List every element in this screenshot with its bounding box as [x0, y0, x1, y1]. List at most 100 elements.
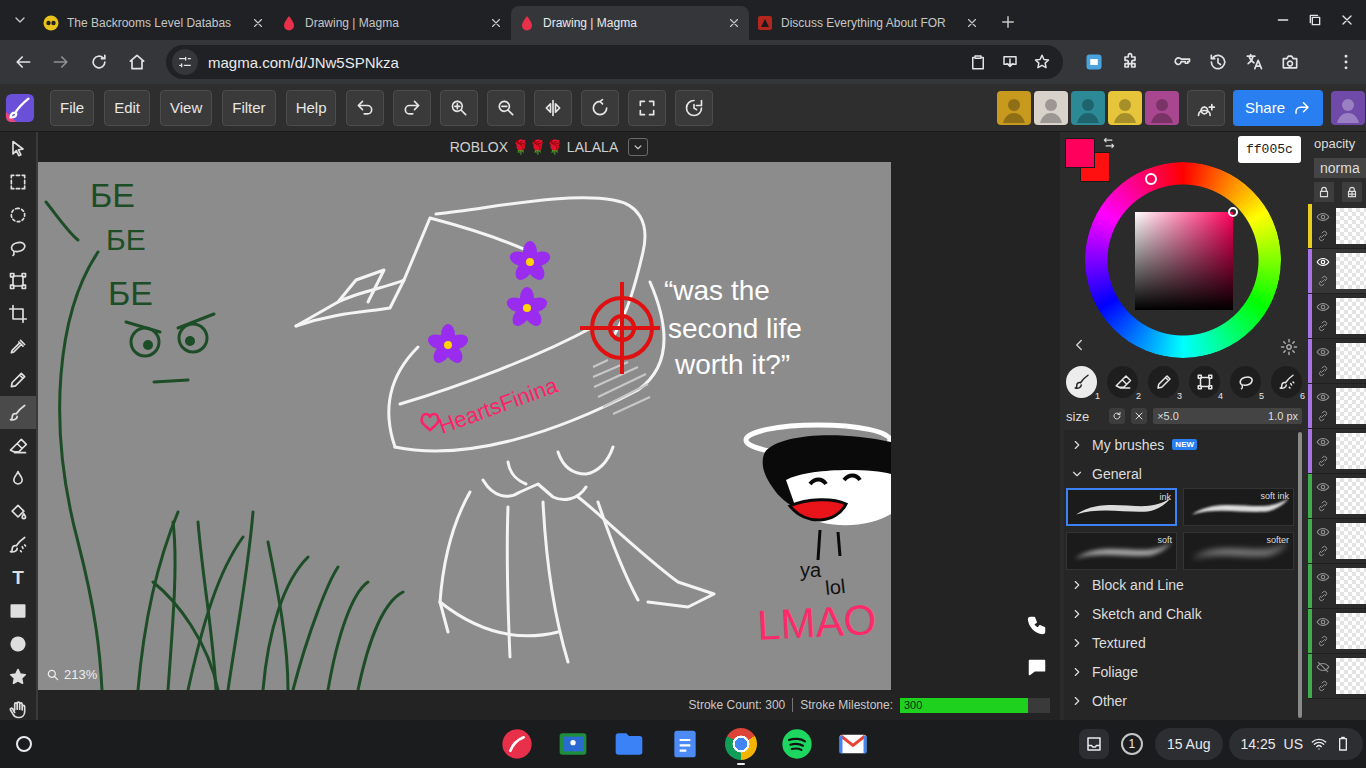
- magma-logo[interactable]: [4, 92, 36, 124]
- chrome-menu-button[interactable]: [1329, 45, 1363, 79]
- link-icon[interactable]: [1317, 230, 1329, 242]
- lasso-tool[interactable]: [0, 231, 36, 264]
- restore-button[interactable]: [1299, 4, 1331, 36]
- zoom-indicator[interactable]: 213%: [46, 667, 97, 682]
- brush-group[interactable]: Sketch and Chalk: [1064, 599, 1294, 628]
- close-window-button[interactable]: [1331, 4, 1363, 36]
- link-icon[interactable]: [1317, 320, 1329, 332]
- collaborator-avatar[interactable]: [1034, 91, 1068, 125]
- shelf-app[interactable]: [545, 720, 601, 768]
- close-icon[interactable]: [965, 16, 979, 30]
- link-icon[interactable]: [1317, 545, 1329, 557]
- brush-preset[interactable]: soft: [1066, 532, 1177, 570]
- brush-group[interactable]: Block and Line: [1064, 570, 1294, 599]
- layer-row[interactable]: [1308, 339, 1366, 384]
- link-icon[interactable]: [1317, 275, 1329, 287]
- translate-button[interactable]: [1237, 45, 1271, 79]
- link-icon[interactable]: [1317, 455, 1329, 467]
- saturation-handle[interactable]: [1228, 207, 1238, 217]
- size-reset[interactable]: [1131, 408, 1147, 424]
- alpha-lock-button[interactable]: [1342, 182, 1362, 202]
- home-button[interactable]: [120, 45, 154, 79]
- saturation-square[interactable]: [1135, 212, 1233, 310]
- screenshot-button[interactable]: [1273, 45, 1307, 79]
- shelf-app[interactable]: [489, 720, 545, 768]
- eye-icon[interactable]: [1316, 525, 1330, 539]
- lock-button[interactable]: [1314, 182, 1334, 202]
- link-icon[interactable]: [1317, 500, 1329, 512]
- link-icon[interactable]: [1317, 365, 1329, 377]
- brush-preset[interactable]: ink: [1066, 488, 1177, 526]
- browser-tab[interactable]: Drawing | Magma: [273, 6, 511, 40]
- eye-icon[interactable]: [1316, 615, 1330, 629]
- brush-preset[interactable]: soft ink: [1183, 488, 1294, 526]
- tab-search-button[interactable]: [6, 6, 34, 34]
- brush-slot[interactable]: 3: [1148, 366, 1179, 398]
- eye-icon[interactable]: [1316, 390, 1330, 404]
- menu-button[interactable]: Filter: [222, 90, 275, 126]
- layer-row[interactable]: [1308, 564, 1366, 609]
- shelf-app[interactable]: [713, 720, 769, 768]
- gear-icon[interactable]: [1280, 338, 1298, 356]
- hex-color-field[interactable]: ff005c: [1238, 136, 1301, 163]
- drawing-canvas[interactable]: БЕБЕБЕ“was thesecond lifeworth it?”Heart…: [38, 162, 891, 690]
- eye-icon[interactable]: [1316, 255, 1330, 269]
- brush-slot[interactable]: 4: [1189, 366, 1220, 398]
- brush-preset[interactable]: softer: [1183, 532, 1294, 570]
- layer-row[interactable]: [1308, 429, 1366, 474]
- brush-group[interactable]: Other: [1064, 686, 1294, 715]
- eye-icon[interactable]: [1316, 435, 1330, 449]
- close-icon[interactable]: [727, 16, 741, 30]
- flip-button[interactable]: [534, 90, 572, 126]
- close-icon[interactable]: [251, 16, 265, 30]
- browser-tab[interactable]: Drawing | Magma: [511, 6, 749, 40]
- voice-call-button[interactable]: [1024, 612, 1050, 638]
- eye-icon[interactable]: [1316, 300, 1330, 314]
- minimize-button[interactable]: [1267, 4, 1299, 36]
- passwords-button[interactable]: [1165, 45, 1199, 79]
- shelf-app[interactable]: [601, 720, 657, 768]
- brush-group[interactable]: My brushesNEW: [1064, 430, 1294, 459]
- invite-button[interactable]: [1187, 90, 1225, 126]
- pressure-toggle[interactable]: [1109, 408, 1125, 424]
- brush-group[interactable]: Textured: [1064, 628, 1294, 657]
- layer-row[interactable]: [1308, 294, 1366, 339]
- rectangle-tool[interactable]: [0, 594, 36, 627]
- blend-mode-select[interactable]: norma: [1314, 158, 1366, 178]
- brush-tool[interactable]: [0, 396, 36, 429]
- collaborator-avatar[interactable]: [1071, 91, 1105, 125]
- extensions-button[interactable]: [1113, 45, 1147, 79]
- document-title[interactable]: ROBLOX 🌹🌹🌹 LALALA: [450, 139, 619, 155]
- omnibox[interactable]: magma.com/d/JNw5SPNkza: [166, 45, 1063, 79]
- holding-space-button[interactable]: [1079, 729, 1109, 759]
- site-info-button[interactable]: [172, 49, 198, 75]
- shelf-app[interactable]: [825, 720, 881, 768]
- size-slider[interactable]: ×5.01.0 px: [1153, 408, 1302, 424]
- clipboard-icon[interactable]: [969, 53, 987, 71]
- circle-tool[interactable]: [0, 627, 36, 660]
- fill-tool[interactable]: [0, 495, 36, 528]
- brush-slot[interactable]: 6: [1271, 366, 1302, 398]
- transform-tool[interactable]: [0, 264, 36, 297]
- eye-off-icon[interactable]: [1316, 660, 1330, 674]
- layer-row[interactable]: [1308, 249, 1366, 294]
- layer-row[interactable]: [1308, 654, 1366, 699]
- shelf-app[interactable]: [769, 720, 825, 768]
- collaborator-avatar[interactable]: [1108, 91, 1142, 125]
- chevron-left-icon[interactable]: [1070, 336, 1088, 354]
- fullscreen-button[interactable]: [628, 90, 666, 126]
- menu-button[interactable]: File: [50, 90, 94, 126]
- move-tool[interactable]: [0, 132, 36, 165]
- menu-button[interactable]: Help: [286, 90, 337, 126]
- pencil-tool[interactable]: [0, 363, 36, 396]
- rotate-button[interactable]: [581, 90, 619, 126]
- link-icon[interactable]: [1317, 680, 1329, 692]
- bookmark-star-icon[interactable]: [1033, 53, 1051, 71]
- eye-icon[interactable]: [1316, 480, 1330, 494]
- brush-group[interactable]: General: [1064, 459, 1294, 488]
- layer-row[interactable]: [1308, 519, 1366, 564]
- primary-color-swatch[interactable]: [1065, 138, 1095, 168]
- date-pill[interactable]: 15 Aug: [1155, 728, 1223, 760]
- undo-button[interactable]: [346, 90, 384, 126]
- install-icon[interactable]: [1001, 53, 1019, 71]
